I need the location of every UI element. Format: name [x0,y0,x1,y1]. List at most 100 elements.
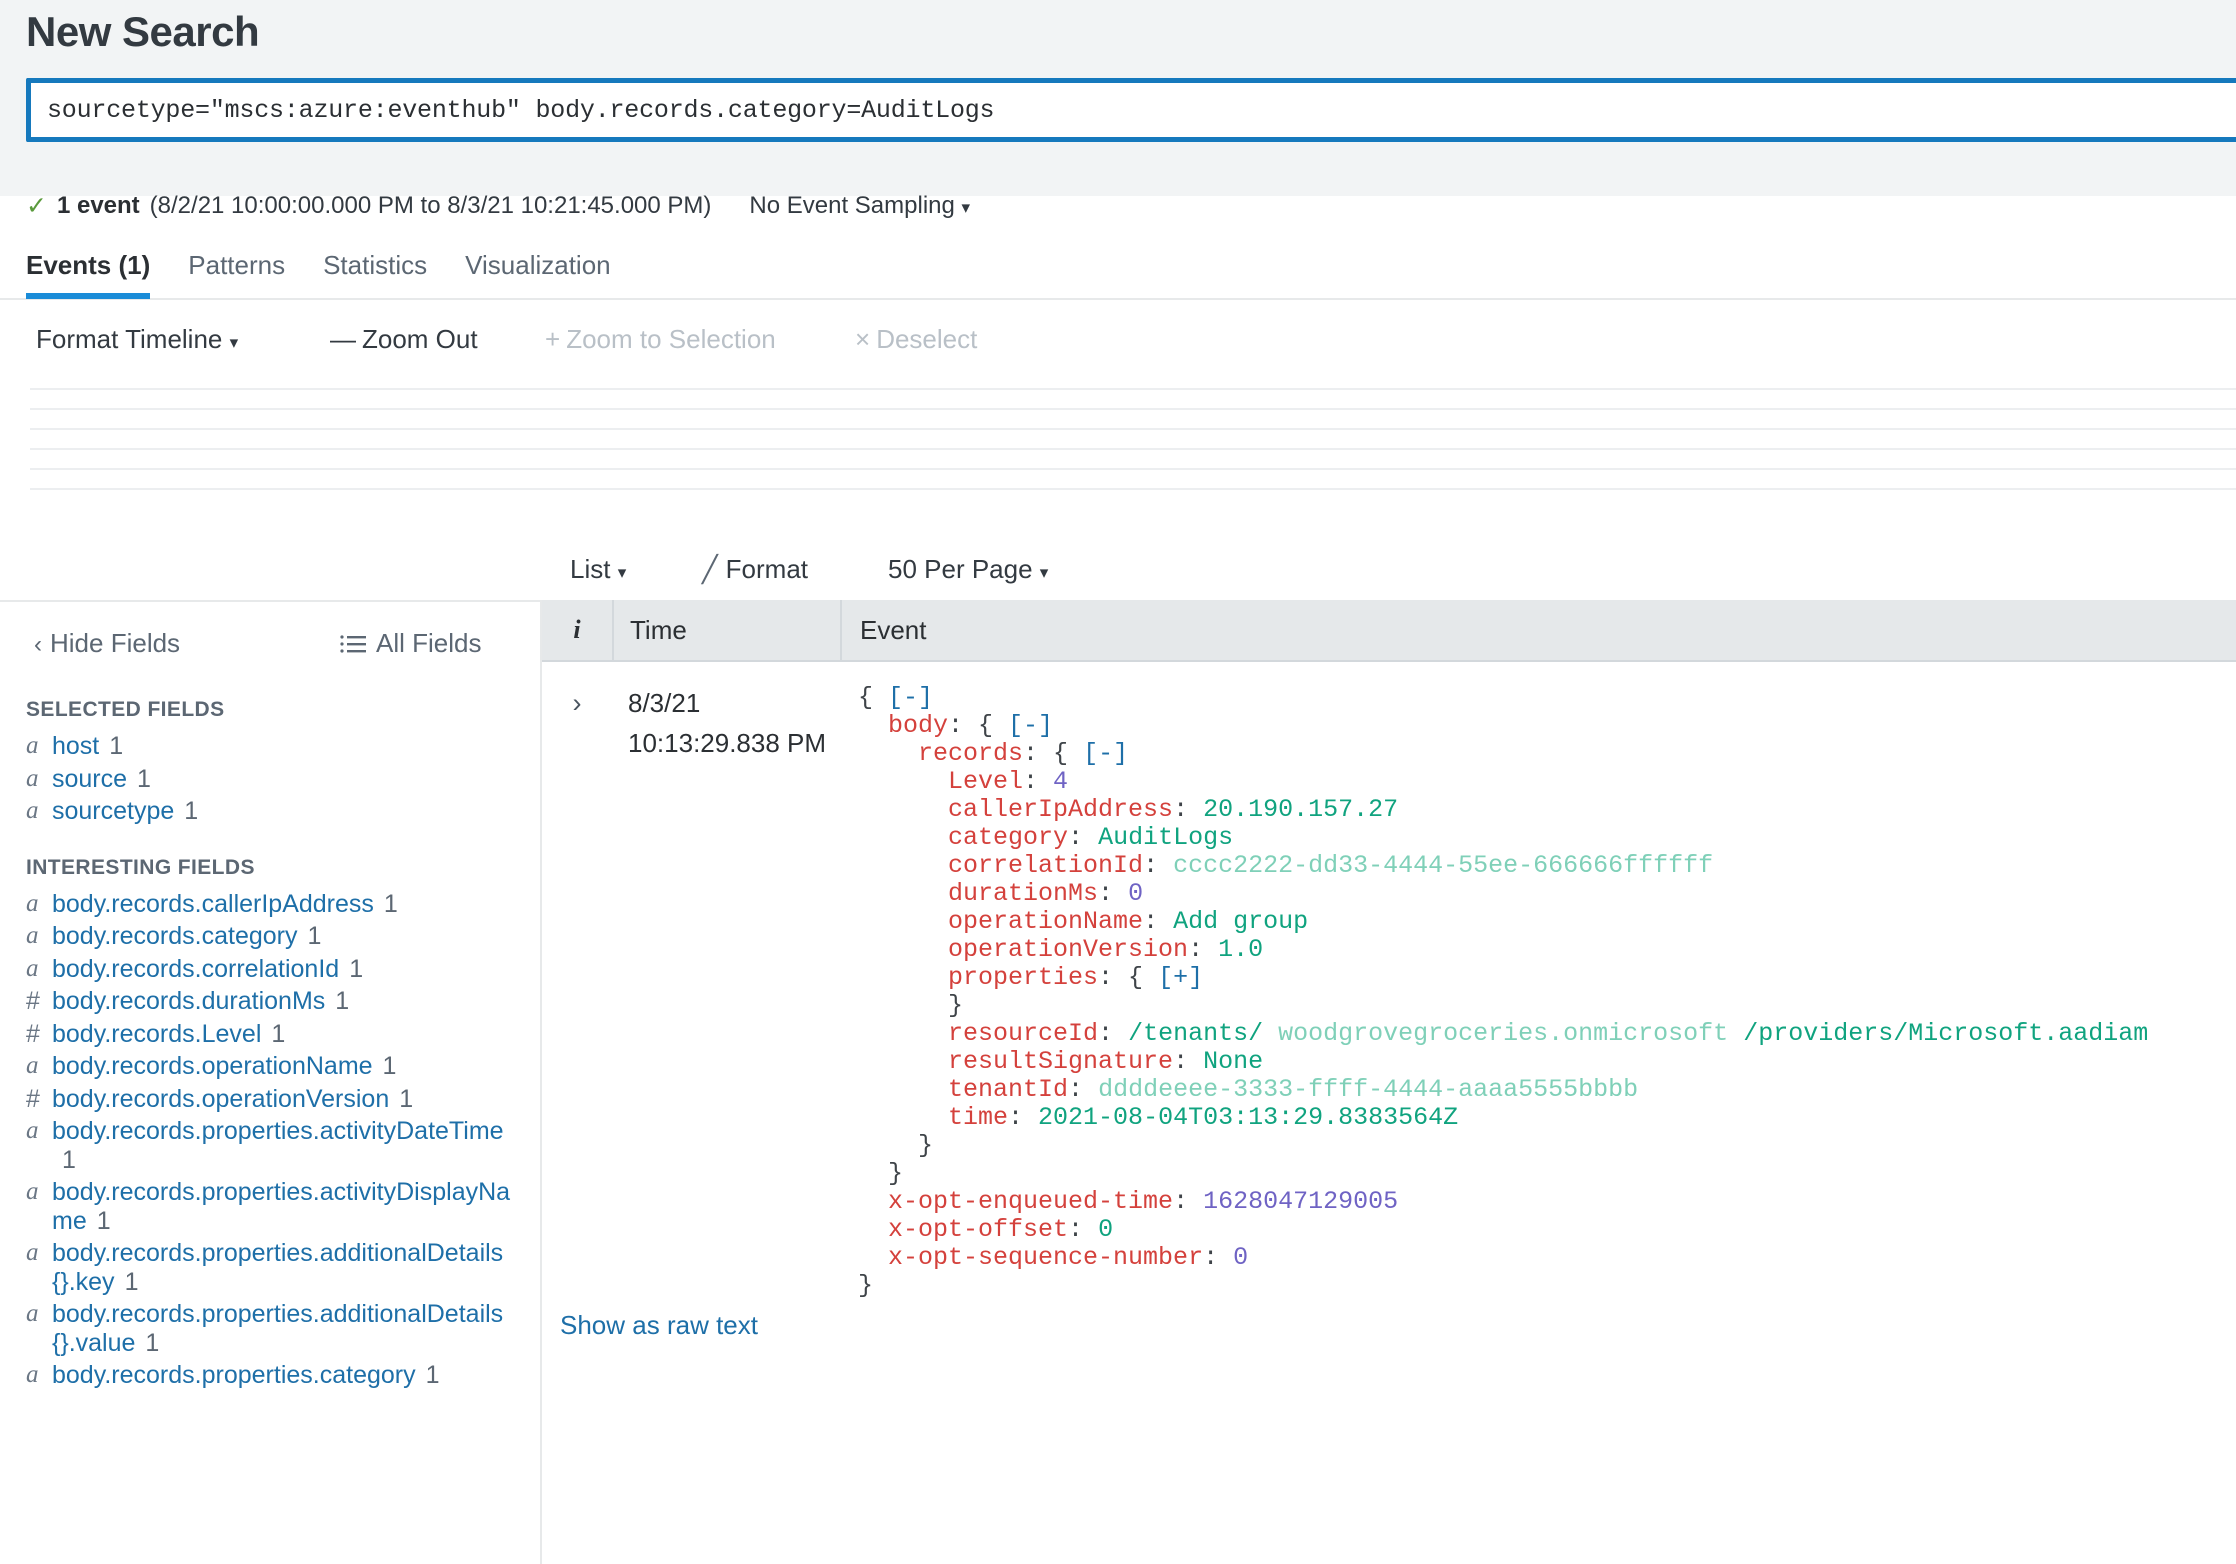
json-toggle-icon[interactable]: [-] [1008,711,1053,740]
json-toggle-icon[interactable]: [+] [1158,963,1203,992]
field-count: 1 [425,1361,440,1389]
field-item[interactable]: a source 1 [26,765,540,794]
string-field-icon: a [26,1239,39,1266]
json-punct: : [1023,767,1054,796]
chevron-down-icon: ▾ [961,198,971,217]
field-name-wrap: body.records.properties.category 1 [52,1361,440,1390]
search-bar[interactable] [26,78,2236,142]
show-as-raw-text-link[interactable]: Show as raw text [542,1310,2236,1341]
field-item[interactable]: a body.records.properties.category 1 [26,1361,540,1390]
json-key: properties [948,963,1099,992]
json-number[interactable]: 4 [1053,767,1068,796]
timeline-gridline [30,428,2236,430]
json-line: x-opt-offset: 0 [858,1216,2236,1244]
field-name-wrap: sourcetype 1 [52,797,198,826]
field-item[interactable]: # body.records.operationVersion 1 [26,1085,540,1114]
numeric-field-icon: # [26,1084,40,1113]
field-item[interactable]: a body.records.properties.activityDisplay… [26,1178,540,1235]
json-string[interactable]: /tenants/ [1128,1019,1263,1048]
field-item[interactable]: a body.records.callerIpAddress 1 [26,890,540,919]
tab-patterns[interactable]: Patterns [188,238,285,297]
time-range: (8/2/21 10:00:00.000 PM to 8/3/21 10:21:… [149,192,712,219]
json-key: Level [948,767,1024,796]
json-string[interactable]: Add group [1173,907,1308,936]
json-key: body [888,711,949,740]
field-name-wrap: body.records.properties.additionalDetail… [52,1239,526,1296]
event-time[interactable]: 8/3/21 10:13:29.838 PM [612,684,840,1300]
all-fields-button[interactable]: All Fields [340,628,481,661]
timeline-gridline [30,448,2236,450]
hide-fields-button[interactable]: ‹ Hide Fields [34,628,180,659]
field-count: 1 [109,732,124,760]
json-string[interactable]: /providers/Microsoft.aadiam [1743,1019,2148,1048]
json-highlight[interactable]: cccc2222-dd33-4444-55ee-666666ffffff [1173,851,1713,880]
json-highlight[interactable]: ddddeeee-3333-ffff-4444-aaaa5555bbbb [1098,1075,1638,1104]
json-number[interactable]: 0 [1233,1243,1248,1272]
json-string[interactable]: None [1203,1047,1263,1076]
field-count: 1 [382,1052,397,1080]
event-sampling-dropdown[interactable]: No Event Sampling ▾ [749,192,970,220]
json-key: resourceId [948,1019,1099,1048]
field-item[interactable]: # body.records.durationMs 1 [26,987,540,1016]
field-name: body.records.durationMs [52,987,326,1015]
field-item[interactable]: a body.records.category 1 [26,922,540,951]
field-item[interactable]: a host 1 [26,732,540,761]
view-mode-dropdown[interactable]: List ▾ [570,554,626,585]
tab-statistics-label: Statistics [323,250,428,280]
tab-visualization[interactable]: Visualization [465,238,611,297]
field-item[interactable]: a body.records.correlationId 1 [26,955,540,984]
field-item[interactable]: a body.records.properties.additionalDetai… [26,1300,540,1357]
json-key: resultSignature [948,1047,1174,1076]
events-table-header: i Time Event [542,600,2236,662]
tab-statistics[interactable]: Statistics [323,238,427,297]
zoom-to-selection-button: + Zoom to Selection [545,324,776,355]
json-punct: } [918,1131,934,1160]
zoom-out-button[interactable]: — Zoom Out [330,324,478,355]
timeline-gridline [30,388,2236,390]
json-toggle-icon[interactable]: [-] [1083,739,1128,768]
field-item[interactable]: a sourcetype 1 [26,797,540,826]
json-punct: : { [1023,739,1084,768]
field-item[interactable]: a body.records.properties.additionalDetai… [26,1239,540,1296]
field-count: 1 [399,1084,414,1113]
json-punct: : [1068,1075,1099,1104]
format-timeline-label: Format Timeline [36,324,223,354]
chevron-down-icon: ▾ [229,333,239,352]
deselect-label: Deselect [876,324,978,354]
json-punct: : { [948,711,1009,740]
format-button[interactable]: ╱ Format [702,554,808,585]
json-string[interactable]: AuditLogs [1098,823,1233,852]
json-string[interactable]: 2021-08-04T03:13:29.8383564Z [1038,1103,1458,1132]
tab-events-label: Events (1) [26,250,151,280]
per-page-dropdown[interactable]: 50 Per Page ▾ [888,554,1048,585]
numeric-field-icon: # [26,1019,40,1048]
tab-visualization-label: Visualization [465,250,611,280]
json-string[interactable]: 1.0 [1218,935,1263,964]
json-line: operationVersion: 1.0 [858,936,2236,964]
field-item[interactable]: # body.records.Level 1 [26,1020,540,1049]
json-string[interactable]: 0 [1098,1215,1113,1244]
tab-events[interactable]: Events (1) [26,238,151,299]
timeline-chart[interactable] [0,384,2236,512]
json-number[interactable]: 1628047129005 [1203,1187,1398,1216]
json-toggle-icon[interactable]: [-] [888,683,933,712]
field-count: 1 [137,764,151,793]
field-name: body.records.properties.activityDisplayN… [52,1178,511,1235]
string-field-icon: a [26,1052,39,1079]
json-number[interactable]: 0 [1128,879,1143,908]
string-field-icon: a [26,922,39,949]
field-item[interactable]: a body.records.properties.activityDateTim… [26,1117,540,1174]
json-highlight[interactable]: woodgrovegroceries.onmicrosoft [1278,1019,1728,1048]
interesting-fields-list: a body.records.callerIpAddress 1 a body.reco… [0,890,540,1390]
timeline-gridline [30,468,2236,470]
json-string[interactable]: 20.190.157.27 [1203,795,1398,824]
field-item[interactable]: a body.records.operationName 1 [26,1052,540,1081]
json-line: x-opt-enqueued-time: 1628047129005 [858,1188,2236,1216]
chevron-right-icon[interactable]: › [573,690,582,1300]
format-timeline-dropdown[interactable]: Format Timeline ▾ [36,324,238,355]
minus-icon: — [330,324,356,354]
search-input[interactable] [31,83,2236,137]
